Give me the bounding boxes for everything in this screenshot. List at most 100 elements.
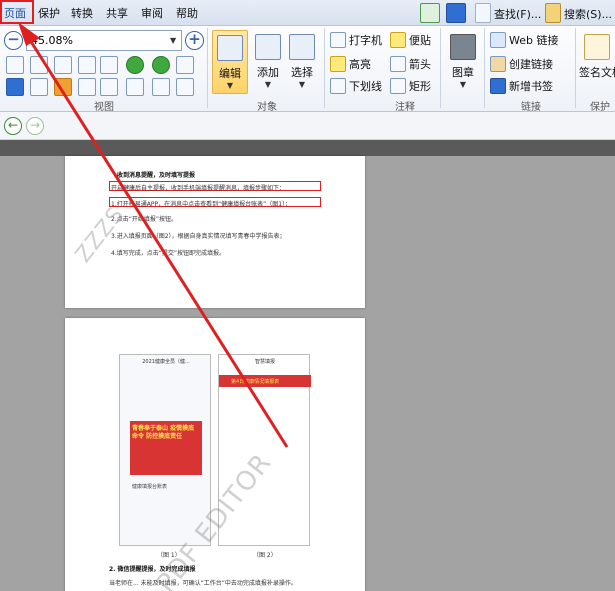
- page1-line-1: 开启健康后自主提报，收到手机端填报提醒消息，填报步骤如下：: [111, 185, 286, 192]
- phone2-title: 智慧填报: [254, 359, 275, 365]
- zoom-input[interactable]: [26, 30, 182, 51]
- fit-width-icon[interactable]: [30, 56, 48, 74]
- actual-size-icon[interactable]: [6, 56, 24, 74]
- scroll-icon[interactable]: [126, 78, 144, 96]
- layers-panel-icon[interactable]: [54, 78, 72, 96]
- zoom-in-icon[interactable]: +: [185, 31, 204, 50]
- group-label-view: 视图: [94, 102, 114, 113]
- menu-review[interactable]: 审阅: [141, 5, 163, 21]
- group-label-protect: 保护: [590, 102, 610, 113]
- phone1-message: 健康填报台账表: [132, 484, 168, 490]
- add-button[interactable]: 添加 ▼: [250, 30, 286, 94]
- arrow-icon: [390, 56, 406, 72]
- edit-label: 编辑: [219, 67, 241, 80]
- signature-icon: [584, 34, 610, 60]
- navigation-bar: ← →: [0, 112, 615, 140]
- menu-help[interactable]: 帮助: [176, 5, 198, 21]
- bookmark-add-icon: [490, 78, 506, 94]
- chevron-down-icon: ▼: [298, 80, 306, 89]
- ribbon-separator: [575, 28, 576, 108]
- pages-panel-icon[interactable]: [30, 78, 48, 96]
- select-label: 选择: [291, 66, 313, 79]
- search-folder-icon[interactable]: [545, 3, 561, 23]
- rectangle-label: 矩形: [409, 80, 431, 93]
- menu-share[interactable]: 共享: [106, 5, 128, 21]
- add-icon: [255, 34, 281, 60]
- find-doc-icon[interactable]: [475, 3, 491, 23]
- note-button[interactable]: 便贴: [390, 32, 431, 50]
- chevron-down-icon: ▼: [459, 80, 467, 89]
- signature-label: 签名文档: [579, 66, 615, 79]
- document-page-1[interactable]: 收到消息提醒，及时填写提报 开启健康后自主提报，收到手机端填报提醒消息，填报步骤…: [65, 156, 365, 308]
- arrow-button[interactable]: 箭头: [390, 56, 431, 74]
- chevron-down-icon: ▼: [264, 80, 272, 89]
- zoom-control: − ▼ +: [4, 30, 204, 52]
- edit-button[interactable]: 编辑 ▼: [212, 30, 248, 94]
- bookmark-panel-icon[interactable]: [6, 78, 24, 96]
- group-label-object: 对象: [257, 102, 277, 113]
- fit-page-view-icon[interactable]: [54, 56, 72, 74]
- web-link-label: Web 链接: [509, 34, 559, 47]
- page2-section-line: 当老师在... 未能及时填报，可确认“工作台”中去动完成填报补录操作。: [109, 580, 297, 587]
- menu-convert[interactable]: 转换: [71, 5, 93, 21]
- new-bookmark-button[interactable]: 新增书签: [490, 78, 553, 96]
- menu-bar: 页面 保护 转换 共享 审阅 帮助 查找(F)... 搜索(S)...: [0, 0, 615, 26]
- page1-line-5: 4.填写完成，点击“提交”按钮即完成填报。: [111, 250, 225, 257]
- select-icon: [289, 34, 315, 60]
- underline-button[interactable]: 下划线: [330, 78, 382, 96]
- typewriter-button[interactable]: 打字机: [330, 32, 382, 50]
- cover-page-icon[interactable]: [176, 78, 194, 96]
- page1-heading: 收到消息提醒，及时填写提报: [117, 172, 196, 179]
- menu-protect[interactable]: 保护: [38, 5, 60, 21]
- underline-label: 下划线: [349, 80, 382, 93]
- continuous-icon[interactable]: [152, 78, 170, 96]
- zoom-out-icon[interactable]: −: [4, 31, 23, 50]
- figure-caption-2: （图 2）: [253, 552, 277, 559]
- rotate-right-icon[interactable]: [152, 56, 170, 74]
- back-arrow-icon[interactable]: ←: [4, 117, 22, 135]
- link-icon: [490, 56, 506, 72]
- highlight-button[interactable]: 高亮: [330, 56, 371, 74]
- create-link-button[interactable]: 创建链接: [490, 56, 553, 74]
- globe-icon: [490, 32, 506, 48]
- find-button[interactable]: 查找(F)...: [494, 6, 541, 22]
- menu-page-highlight-box: [0, 0, 34, 24]
- print-icon[interactable]: [176, 56, 194, 74]
- sign-document-button[interactable]: 签名文档: [579, 30, 615, 94]
- two-page-icon[interactable]: [100, 78, 118, 96]
- document-top-shadow: [0, 140, 615, 156]
- edit-icon: [217, 35, 243, 61]
- web-link-button[interactable]: Web 链接: [490, 32, 558, 50]
- zoom-dropdown-icon[interactable]: ▼: [170, 36, 176, 45]
- add-label: 添加: [257, 66, 279, 79]
- highlight-icon: [330, 56, 346, 72]
- highlight-label: 高亮: [349, 58, 371, 71]
- search-button[interactable]: 搜索(S)...: [564, 6, 612, 22]
- single-page-icon[interactable]: [100, 56, 118, 74]
- translate-icon[interactable]: [446, 3, 466, 23]
- chevron-down-icon: ▼: [226, 81, 234, 90]
- create-link-label: 创建链接: [509, 58, 553, 71]
- attachment-icon[interactable]: [78, 78, 96, 96]
- document-page-2[interactable]: 2021健康全员（健... 青春奉于泰山 疫情摸底命令 防控摸底责任 健康填报台…: [65, 318, 365, 591]
- group-label-comment: 注释: [395, 102, 415, 113]
- phone2-banner-text: 第4日健康情况填报表: [231, 379, 280, 385]
- stamp-label: 图章: [452, 66, 474, 79]
- note-label: 便贴: [409, 34, 431, 47]
- reflow-icon[interactable]: [78, 56, 96, 74]
- rotate-left-icon[interactable]: [126, 56, 144, 74]
- select-button[interactable]: 选择 ▼: [284, 30, 320, 94]
- forward-arrow-icon[interactable]: →: [26, 117, 44, 135]
- phone1-title: 2021健康全员（健...: [142, 359, 190, 365]
- fit-page-icon[interactable]: [420, 3, 440, 23]
- page1-line-2: 1.打开校易通APP，在消息中点击查看到“健康填报台账表”（图1）；: [111, 201, 292, 208]
- typewriter-label: 打字机: [349, 34, 382, 47]
- underline-icon: [330, 78, 346, 94]
- ribbon-separator: [207, 28, 208, 108]
- document-view[interactable]: 收到消息提醒，及时填写提报 开启健康后自主提报，收到手机端填报提醒消息，填报步骤…: [0, 156, 615, 591]
- rectangle-button[interactable]: 矩形: [390, 78, 431, 96]
- stamp-icon: [450, 34, 476, 60]
- ribbon-separator: [484, 28, 485, 108]
- ribbon: − ▼ + 视图 编辑 ▼ 添加 ▼ 选择 ▼ 对象 打字机 便贴: [0, 26, 615, 113]
- stamp-button[interactable]: 图章 ▼: [444, 30, 482, 94]
